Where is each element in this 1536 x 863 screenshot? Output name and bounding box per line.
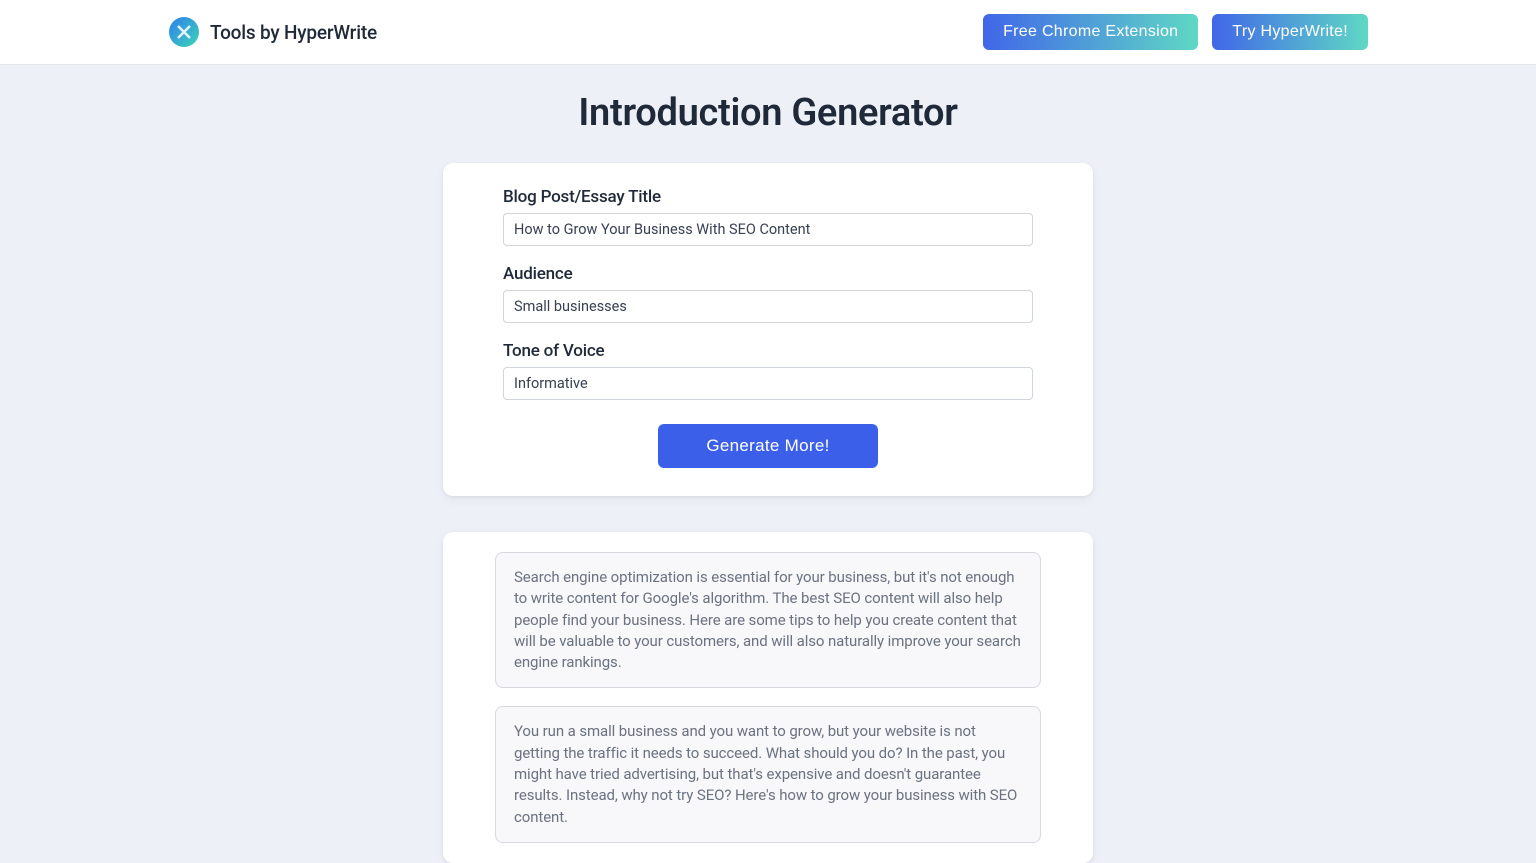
results-card: Search engine optimization is essential … <box>443 532 1093 863</box>
result-item[interactable]: You run a small business and you want to… <box>495 706 1041 842</box>
brand-text: Tools by HyperWrite <box>210 21 377 44</box>
title-label: Blog Post/Essay Title <box>503 187 1033 207</box>
form-card: Blog Post/Essay Title Audience Tone of V… <box>443 163 1093 496</box>
result-item[interactable]: Search engine optimization is essential … <box>495 552 1041 688</box>
logo-icon <box>168 16 200 48</box>
tone-input[interactable] <box>503 367 1033 400</box>
title-input[interactable] <box>503 213 1033 246</box>
generate-button[interactable]: Generate More! <box>658 424 877 468</box>
tone-label: Tone of Voice <box>503 341 1033 361</box>
try-hyperwrite-button[interactable]: Try HyperWrite! <box>1212 14 1368 50</box>
audience-label: Audience <box>503 264 1033 284</box>
page-title: Introduction Generator <box>0 91 1536 135</box>
header-buttons: Free Chrome Extension Try HyperWrite! <box>983 14 1368 50</box>
brand[interactable]: Tools by HyperWrite <box>168 16 377 48</box>
audience-input[interactable] <box>503 290 1033 323</box>
chrome-extension-button[interactable]: Free Chrome Extension <box>983 14 1198 50</box>
header: Tools by HyperWrite Free Chrome Extensio… <box>0 0 1536 65</box>
